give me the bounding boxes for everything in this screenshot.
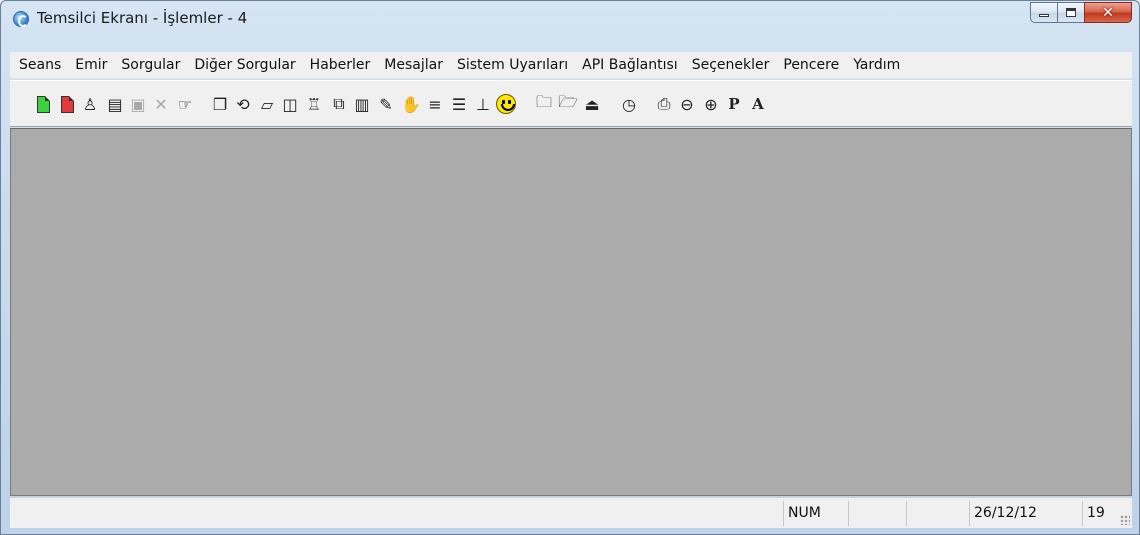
menu-pencere[interactable]: Pencere bbox=[776, 52, 846, 79]
clock-icon[interactable]: ◷ bbox=[618, 93, 640, 115]
menu-sorgular[interactable]: Sorgular bbox=[114, 52, 187, 79]
zoom-in-icon[interactable]: ⊕ bbox=[700, 93, 722, 115]
close-icon: ✕ bbox=[1102, 4, 1114, 21]
menu-bar: Seans Emir Sorgular Diğer Sorgular Haber… bbox=[10, 52, 1132, 79]
notes-icon[interactable]: ✎ bbox=[375, 93, 397, 115]
a-button[interactable]: A bbox=[747, 93, 769, 115]
app-window: Temsilci Ekranı - İşlemler - 4 ✕ Seans E… bbox=[0, 0, 1140, 535]
status-bar: NUM 26/12/12 19 bbox=[10, 497, 1132, 528]
window-title: Temsilci Ekranı - İşlemler - 4 bbox=[37, 9, 248, 27]
menu-api-baglantisi[interactable]: API Bağlantısı bbox=[575, 52, 685, 79]
stack-icon[interactable]: ▤ bbox=[104, 93, 126, 115]
menu-diger-sorgular[interactable]: Diğer Sorgular bbox=[187, 52, 302, 79]
p-button[interactable]: P bbox=[723, 93, 745, 115]
list-lines-icon[interactable]: ☰ bbox=[448, 93, 470, 115]
close-button[interactable]: ✕ bbox=[1084, 2, 1132, 23]
stand-icon[interactable]: ⊥ bbox=[472, 93, 494, 115]
delete-icon[interactable]: ✕ bbox=[150, 93, 172, 115]
paste-icon[interactable]: ▥ bbox=[351, 93, 373, 115]
app-icon[interactable] bbox=[13, 11, 29, 27]
minimize-icon bbox=[1039, 14, 1049, 17]
menu-sistem-uyarilari[interactable]: Sistem Uyarıları bbox=[450, 52, 575, 79]
window-icon[interactable]: ❐ bbox=[209, 93, 231, 115]
copy-icon[interactable]: ⧉ bbox=[328, 93, 350, 115]
menu-mesajlar[interactable]: Mesajlar bbox=[377, 52, 450, 79]
menu-secenekler[interactable]: Seçenekler bbox=[685, 52, 777, 79]
zoom-out-icon[interactable]: ⊖ bbox=[676, 93, 698, 115]
maximize-button[interactable] bbox=[1057, 2, 1084, 23]
smiley-icon[interactable] bbox=[495, 93, 517, 115]
open-folder-2-icon[interactable]: 🗁 bbox=[557, 92, 579, 115]
align-lines-icon[interactable]: ≡ bbox=[424, 93, 446, 115]
resize-grip[interactable] bbox=[1120, 515, 1130, 525]
title-bar[interactable]: Temsilci Ekranı - İşlemler - 4 ✕ bbox=[1, 1, 1139, 51]
status-pane-empty-1 bbox=[848, 501, 903, 526]
menu-emir[interactable]: Emir bbox=[68, 52, 114, 79]
columns-icon[interactable]: ◫ bbox=[279, 93, 301, 115]
status-num: NUM bbox=[783, 501, 845, 526]
status-message bbox=[10, 501, 780, 526]
status-date: 26/12/12 bbox=[969, 501, 1079, 526]
caption-buttons: ✕ bbox=[1030, 2, 1132, 24]
maximize-icon bbox=[1066, 8, 1076, 17]
hand-stop-icon[interactable]: ✋ bbox=[400, 93, 422, 115]
minimize-button[interactable] bbox=[1030, 2, 1057, 23]
menu-yardim[interactable]: Yardım bbox=[846, 52, 907, 79]
print-icon[interactable]: ⎙ bbox=[653, 93, 675, 115]
new-red-doc-icon[interactable] bbox=[56, 93, 78, 115]
properties-icon[interactable]: ▣ bbox=[127, 93, 149, 115]
menu-haberler[interactable]: Haberler bbox=[303, 52, 378, 79]
new-green-doc-icon[interactable] bbox=[32, 93, 54, 115]
mdi-client-area[interactable] bbox=[10, 128, 1132, 496]
hand-pointer-icon[interactable]: ☞ bbox=[174, 93, 196, 115]
open-folder-icon[interactable]: 🗀 bbox=[533, 92, 555, 115]
eraser-icon[interactable]: ▱ bbox=[256, 93, 278, 115]
lock-icon[interactable]: ♖ bbox=[303, 93, 325, 115]
loop-icon[interactable]: ⟲ bbox=[232, 93, 254, 115]
export-icon[interactable]: ⏏ bbox=[581, 93, 603, 115]
person-icon[interactable]: ♙ bbox=[79, 93, 101, 115]
status-pane-empty-2 bbox=[906, 501, 966, 526]
menu-seans[interactable]: Seans bbox=[12, 52, 68, 79]
toolbar: ♙ ▤ ▣ ✕ ☞ ❐ ⟲ ▱ ◫ ♖ ⧉ ▥ ✎ ✋ ≡ ☰ ⊥ 🗀 🗁 ⏏ … bbox=[10, 80, 1132, 127]
